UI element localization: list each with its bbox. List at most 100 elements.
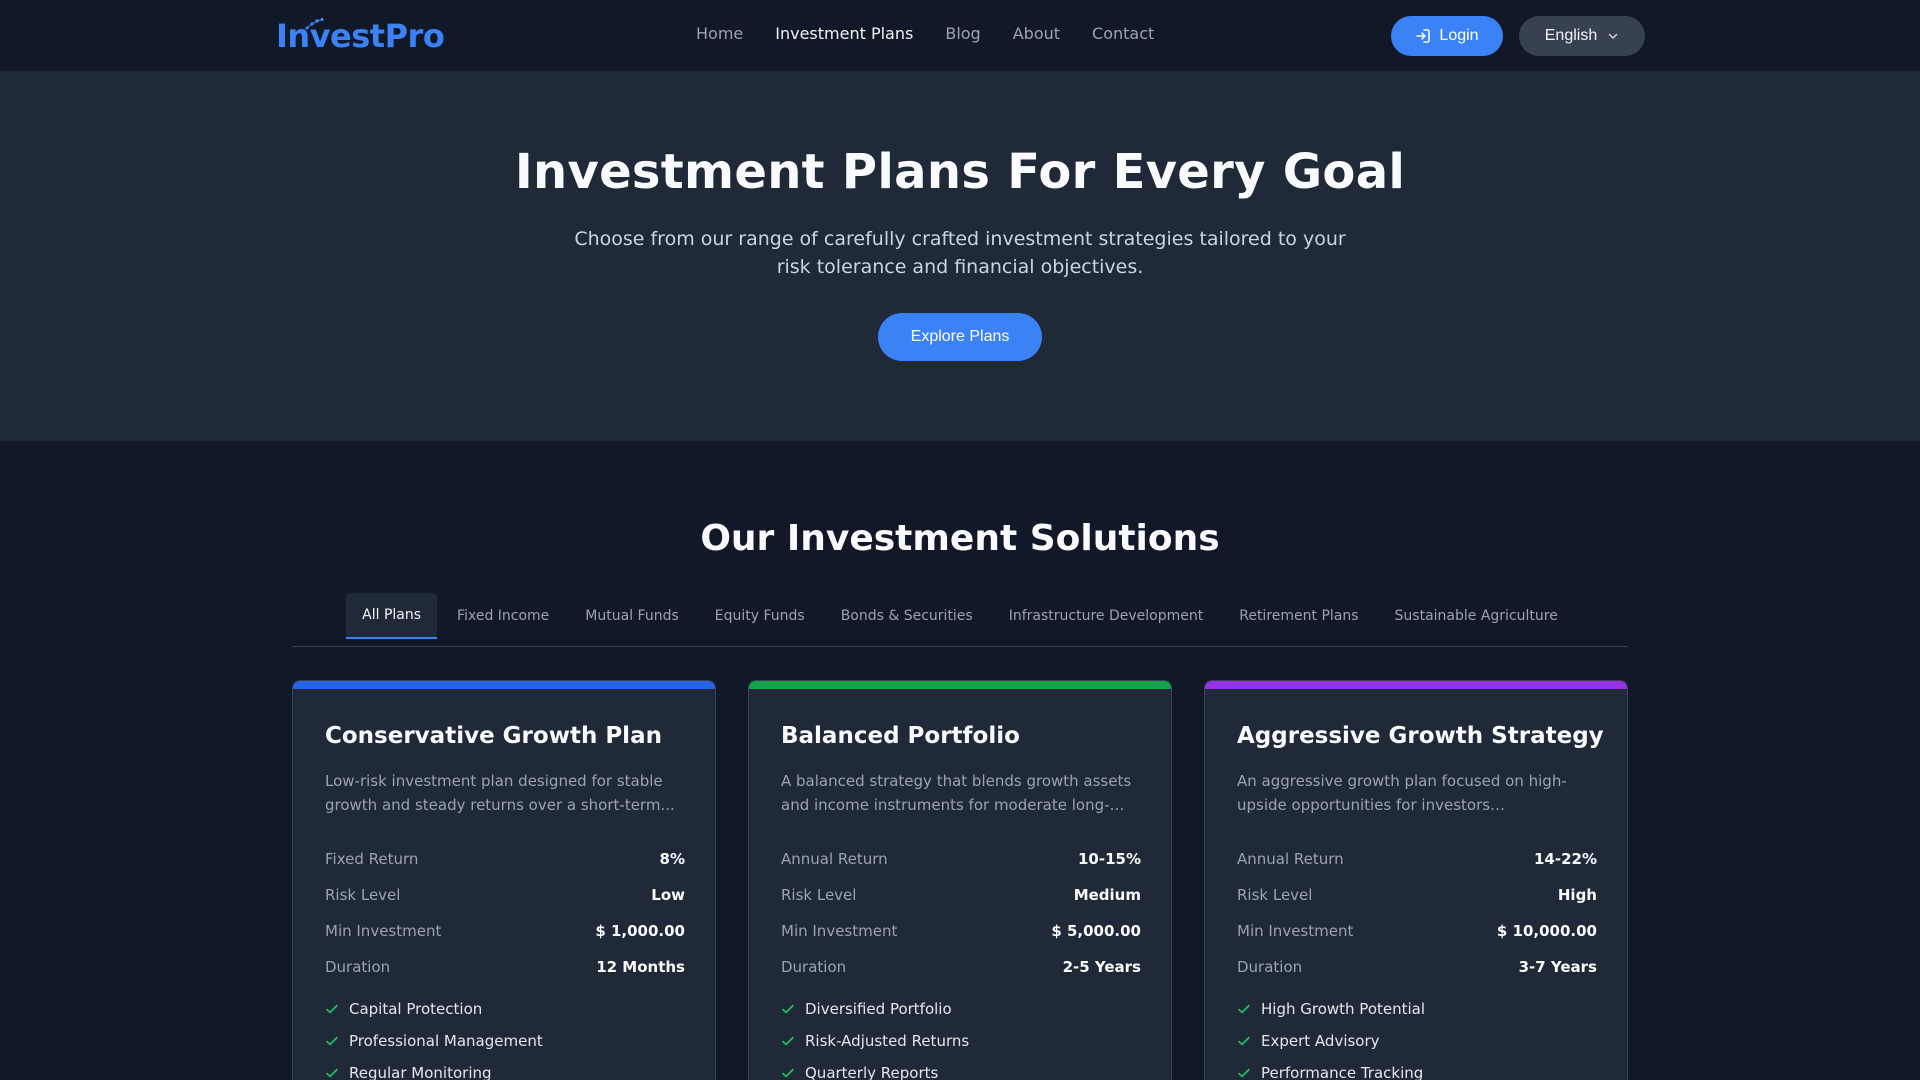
feature-item: Risk-Adjusted Returns	[781, 1025, 1141, 1057]
hero-subtitle: Choose from our range of carefully craft…	[574, 228, 1346, 278]
stat-row: Fixed Return 8%	[325, 841, 685, 877]
card-accent-bar	[749, 681, 1171, 689]
nav-link-home[interactable]: Home	[696, 24, 743, 43]
stat-label: Fixed Return	[325, 850, 419, 868]
language-label: English	[1544, 27, 1598, 44]
check-icon	[1238, 1068, 1250, 1078]
language-selector[interactable]: English	[1519, 16, 1645, 56]
nav-link-about[interactable]: About	[1013, 24, 1060, 43]
tab-retirement-plans[interactable]: Retirement Plans	[1223, 593, 1374, 639]
check-icon	[326, 1004, 338, 1014]
stat-label: Risk Level	[781, 886, 857, 904]
stat-label: Min Investment	[1237, 922, 1354, 940]
card-stats: Annual Return 14-22% Risk Level High Min I…	[1237, 841, 1597, 985]
login-button[interactable]: Login	[1391, 16, 1503, 56]
stat-value: Low	[651, 886, 685, 904]
stat-label: Duration	[325, 958, 391, 976]
stat-value: 12 Months	[596, 958, 685, 976]
feature-item: Quarterly Reports	[781, 1057, 1141, 1080]
check-icon	[326, 1036, 338, 1046]
check-icon	[782, 1004, 794, 1014]
explore-plans-button[interactable]: Explore Plans	[878, 313, 1042, 361]
nav-link-blog[interactable]: Blog	[945, 24, 980, 43]
card-features: Diversified Portfolio Risk-Adjusted Retu…	[781, 993, 1141, 1080]
plan-card-aggressive[interactable]: Aggressive Growth Strategy An aggressive…	[1204, 680, 1628, 1080]
stat-value: 14-22%	[1533, 850, 1597, 868]
stat-row: Min Investment $ 10,000.00	[1237, 913, 1597, 949]
check-icon	[1238, 1004, 1250, 1014]
stat-value: 8%	[659, 850, 685, 868]
login-label: Login	[1439, 27, 1479, 44]
stat-label: Annual Return	[781, 850, 888, 868]
feature-item: Diversified Portfolio	[781, 993, 1141, 1025]
card-stats: Fixed Return 8% Risk Level Low Min Investm…	[325, 841, 685, 985]
feature-item: Expert Advisory	[1237, 1025, 1597, 1057]
feature-item: High Growth Potential	[1237, 993, 1597, 1025]
nav-link-investment-plans[interactable]: Investment Plans	[775, 24, 913, 43]
stat-label: Min Investment	[325, 922, 442, 940]
card-title: Balanced Portfolio	[781, 723, 1020, 749]
feature-label: Performance Tracking	[1261, 1064, 1424, 1080]
stat-value: $ 1,000.00	[595, 922, 685, 940]
stat-row: Duration 12 Months	[325, 949, 685, 985]
feature-label: Capital Protection	[349, 1000, 483, 1018]
stat-value: $ 10,000.00	[1496, 922, 1597, 940]
feature-item: Regular Monitoring	[325, 1057, 685, 1080]
card-title: Aggressive Growth Strategy	[1237, 723, 1604, 749]
hero-title: Investment Plans For Every Goal	[514, 144, 1406, 200]
tab-infrastructure-development[interactable]: Infrastructure Development	[993, 593, 1220, 639]
chevron-down-icon	[1608, 33, 1618, 39]
card-description: A balanced strategy that blends growth a…	[781, 772, 1132, 814]
card-description: Low-risk investment plan designed for st…	[325, 772, 675, 814]
solutions-title: Our Investment Solutions	[700, 518, 1220, 559]
plan-card-balanced[interactable]: Balanced Portfolio A balanced strategy t…	[748, 680, 1172, 1080]
logo-spark-icon	[305, 18, 324, 30]
feature-item: Professional Management	[325, 1025, 685, 1057]
feature-item: Performance Tracking	[1237, 1057, 1597, 1080]
card-features: High Growth Potential Expert Advisory Pe…	[1237, 993, 1597, 1080]
feature-item: Capital Protection	[325, 993, 685, 1025]
stat-value: High	[1557, 886, 1597, 904]
stat-value: $ 5,000.00	[1051, 922, 1141, 940]
stat-label: Duration	[1237, 958, 1303, 976]
top-navbar: InvestPro Home Investment Plans Blog Abo…	[0, 0, 1920, 72]
stat-label: Risk Level	[1237, 886, 1313, 904]
stat-value: 3-7 Years	[1518, 958, 1597, 976]
tab-fixed-income[interactable]: Fixed Income	[441, 593, 565, 639]
stat-value: Medium	[1073, 886, 1141, 904]
stat-value: 10-15%	[1077, 850, 1141, 868]
stat-row: Annual Return 10-15%	[781, 841, 1141, 877]
check-icon	[782, 1068, 794, 1078]
card-accent-bar	[1205, 681, 1627, 689]
check-icon	[326, 1068, 338, 1078]
tab-bonds-securities[interactable]: Bonds & Securities	[825, 593, 989, 639]
card-features: Capital Protection Professional Manageme…	[325, 993, 685, 1080]
plan-card-conservative[interactable]: Conservative Growth Plan Low-risk invest…	[292, 680, 716, 1080]
tab-all-plans[interactable]: All Plans	[346, 593, 438, 639]
card-stats: Annual Return 10-15% Risk Level Medium Min…	[781, 841, 1141, 985]
stat-row: Risk Level Medium	[781, 877, 1141, 913]
card-description: An aggressive growth plan focused on hig…	[1237, 772, 1567, 814]
feature-label: High Growth Potential	[1261, 1000, 1426, 1018]
nav-link-contact[interactable]: Contact	[1092, 24, 1154, 43]
hero-section: Investment Plans For Every Goal Choose f…	[0, 72, 1920, 441]
logo-text: InvestPro	[276, 17, 445, 55]
feature-label: Diversified Portfolio	[805, 1000, 952, 1018]
tab-sustainable-agriculture[interactable]: Sustainable Agriculture	[1379, 593, 1574, 639]
tab-mutual-funds[interactable]: Mutual Funds	[569, 593, 694, 639]
tab-equity-funds[interactable]: Equity Funds	[699, 593, 821, 639]
feature-label: Regular Monitoring	[349, 1064, 492, 1080]
check-icon	[1238, 1036, 1250, 1046]
feature-label: Professional Management	[349, 1032, 543, 1050]
feature-label: Quarterly Reports	[805, 1064, 939, 1080]
stat-row: Min Investment $ 5,000.00	[781, 913, 1141, 949]
main-nav: Home Investment Plans Blog About Contact	[696, 24, 1186, 43]
plan-cards: Conservative Growth Plan Low-risk invest…	[292, 680, 1628, 1080]
stat-row: Duration 3-7 Years	[1237, 949, 1597, 985]
stat-row: Duration 2-5 Years	[781, 949, 1141, 985]
plan-category-tabs: All Plans Fixed Income Mutual Funds Equi…	[292, 593, 1628, 647]
feature-label: Expert Advisory	[1261, 1032, 1380, 1050]
stat-label: Risk Level	[325, 886, 401, 904]
investpro-logo[interactable]: InvestPro	[276, 14, 445, 58]
check-icon	[782, 1036, 794, 1046]
